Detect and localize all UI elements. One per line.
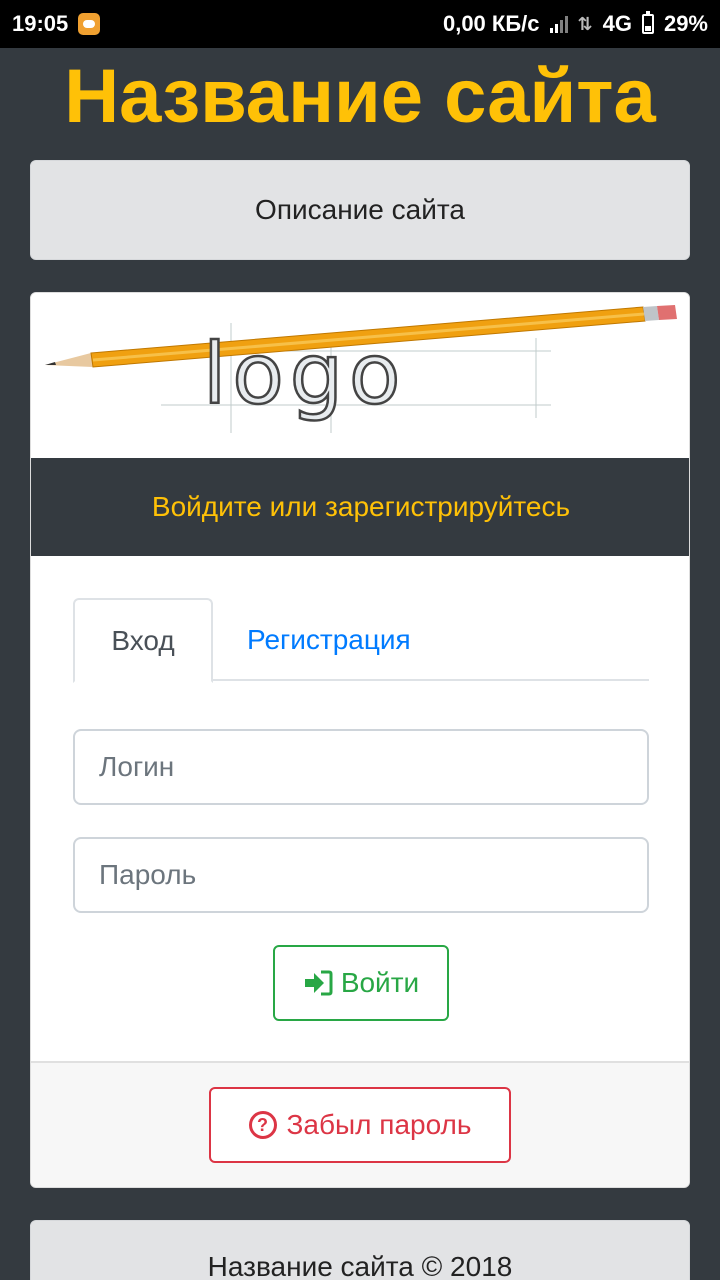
svg-text:logo: logo [203,325,406,423]
status-bar: 19:05 0,00 КБ/с ⇅ 4G 29% [0,0,720,48]
battery-level: 29% [663,11,708,36]
login-button[interactable]: Войти [273,945,449,1021]
auth-tabs: Вход Регистрация [73,598,649,683]
status-bar-right: 0,00 КБ/с ⇅ 4G 29% [443,11,708,37]
forgot-password-button[interactable]: ? Забыл пароль [209,1087,511,1163]
auth-card: logo Войдите или зарегистрируйтесь Вход … [30,292,690,1188]
logo-pencil-icon: logo [45,305,677,433]
tab-register-label: Регистрация [247,623,411,655]
tab-login[interactable]: Вход [73,598,213,683]
page-footer: Название сайта © 2018 [30,1220,690,1280]
question-circle-icon: ? [248,1111,277,1139]
card-footer: ? Забыл пароль [31,1061,689,1187]
status-time: 19:05 [12,11,69,36]
chat-notification-icon [78,13,101,35]
status-bar-left: 19:05 [12,11,101,37]
network-type: 4G [602,11,632,36]
site-description: Описание сайта [30,160,690,260]
forgot-password-label: Забыл пароль [286,1109,472,1140]
tab-login-label: Вход [111,624,175,656]
network-speed: 0,00 КБ/с [442,11,540,36]
battery-icon [641,11,654,34]
card-header: Войдите или зарегистрируйтесь [31,458,689,556]
site-title: Название сайта [64,54,656,139]
logo-image: logo [31,293,689,458]
data-transfer-icon: ⇅ [577,13,593,34]
signal-strength-icon [549,15,568,33]
site-description-text: Описание сайта [255,194,465,225]
login-input[interactable] [73,729,649,805]
login-button-label: Войти [340,967,420,998]
sign-in-icon [304,970,333,996]
tab-register[interactable]: Регистрация [247,598,411,681]
password-input[interactable] [73,837,649,913]
footer-text: Название сайта © 2018 [207,1251,513,1280]
card-header-text: Войдите или зарегистрируйтесь [151,491,571,522]
